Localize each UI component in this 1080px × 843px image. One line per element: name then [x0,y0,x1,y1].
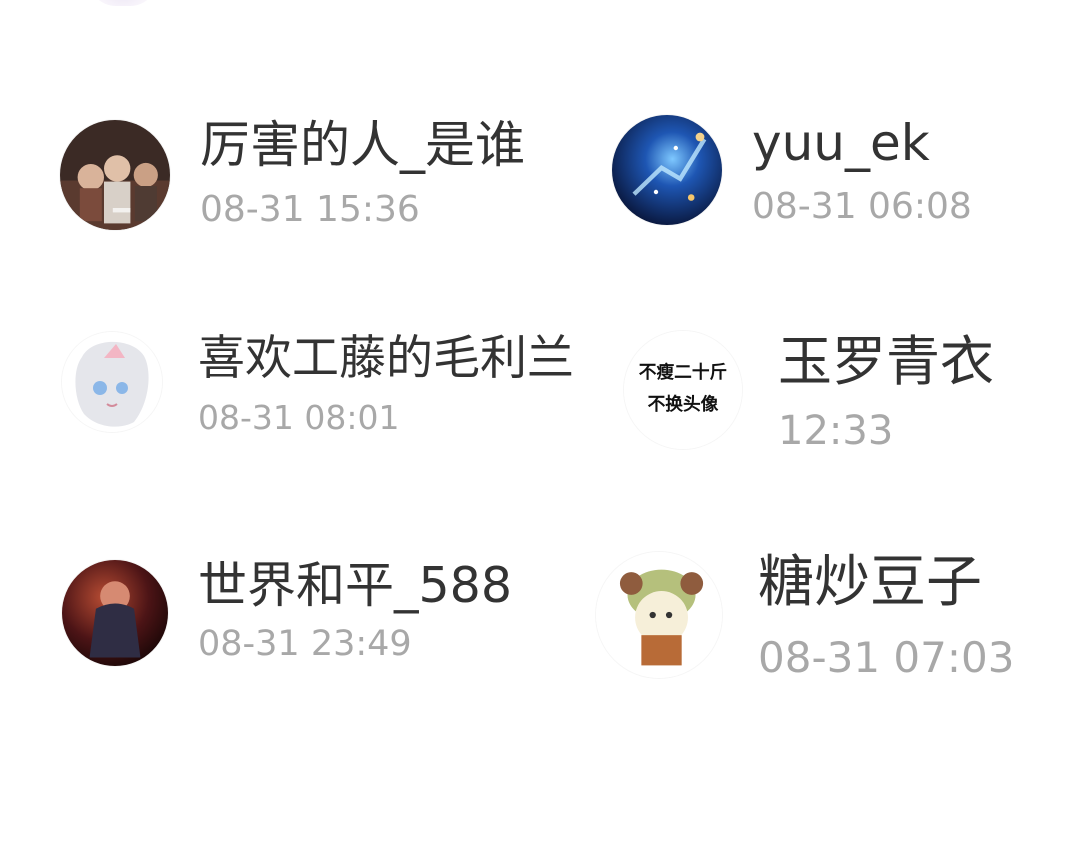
timestamp: 08-31 06:08 [752,186,972,227]
user-name[interactable]: 玉罗青衣 [778,335,994,389]
avatar-anime-girl-graphic [62,332,162,432]
avatar-blue-nebula-icon[interactable] [612,115,722,225]
avatar-line-1: 不瘦二十斤 [639,361,727,383]
timestamp: 08-31 07:03 [758,633,1015,682]
avatar-photo-group-graphic [60,120,170,230]
timestamp: 12:33 [778,408,894,454]
avatar-red-portrait-icon[interactable] [62,560,168,666]
user-name[interactable]: 厉害的人_是谁 [200,120,525,170]
avatar-cartoon-character-graphic [596,552,722,678]
avatar-text-badge-icon[interactable]: 不瘦二十斤 不换头像 [624,331,742,449]
avatar-red-portrait-graphic [62,560,168,666]
user-name[interactable]: 世界和平_588 [198,561,512,610]
avatar-cartoon-character-icon[interactable] [596,552,722,678]
user-name[interactable]: 糖炒豆子 [758,555,982,611]
clipped-avatar-fragment [88,0,158,6]
avatar-anime-girl-icon[interactable] [62,332,162,432]
user-name[interactable]: 喜欢工藤的毛利兰 [198,335,574,382]
avatar-line-2: 不换头像 [648,393,719,415]
user-name[interactable]: yuu_ek [752,118,930,168]
timestamp: 08-31 23:49 [198,624,412,664]
timestamp: 08-31 15:36 [200,189,420,230]
timestamp: 08-31 08:01 [198,398,400,437]
avatar-blue-nebula-graphic [612,115,722,225]
avatar-text-badge-graphic: 不瘦二十斤 不换头像 [624,331,742,449]
avatar-photo-group-icon[interactable] [60,120,170,230]
